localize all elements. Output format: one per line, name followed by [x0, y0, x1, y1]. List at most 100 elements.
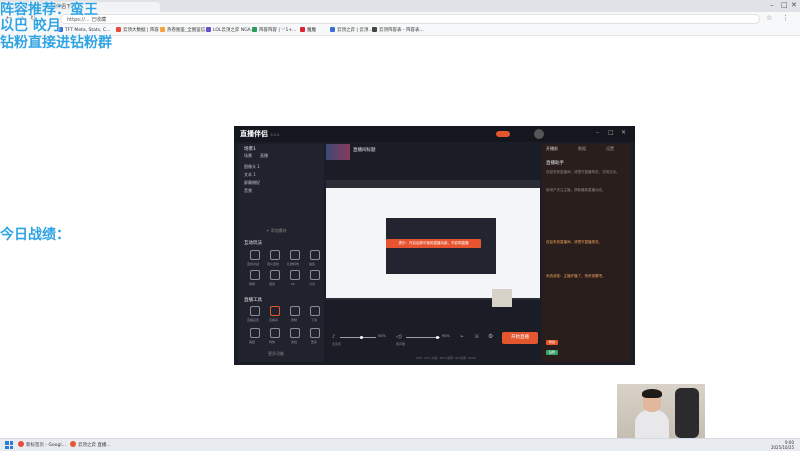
- settings-icon[interactable]: ⚙: [488, 333, 493, 340]
- left-panel: 场景1 场景 直播 图像头 1 文本 1 屏幕捕捉 音频 + 添加素材 互动玩法…: [238, 144, 324, 362]
- announce-text: 新用户关注主播，获取最新直播动态。: [546, 188, 606, 192]
- interact-label: 抽奖: [309, 262, 316, 266]
- minimize-icon[interactable]: –: [596, 129, 599, 136]
- star-icon[interactable]: ☆: [766, 14, 772, 22]
- close-icon[interactable]: ✕: [621, 129, 626, 136]
- interact-icon[interactable]: [270, 250, 280, 260]
- interact-label: 礼物特效: [287, 262, 300, 266]
- stream-title[interactable]: 直播间标题: [353, 147, 376, 153]
- tool-icon[interactable]: [290, 328, 300, 338]
- url-input[interactable]: https://... 已收藏: [60, 14, 760, 24]
- bookmark-item[interactable]: 热卷图鉴_全图鉴信...: [160, 27, 210, 34]
- bookmark-icon: [160, 27, 165, 32]
- interact-label: 弹幕: [249, 282, 256, 286]
- webcam-feed: [617, 384, 705, 438]
- menu-icon[interactable]: ⋮: [782, 14, 789, 22]
- interact-title: 互动玩法: [244, 241, 262, 246]
- taskbar-item-stream[interactable]: 云顶之弈 直播...: [70, 441, 111, 449]
- interact-icon[interactable]: [270, 270, 280, 280]
- overlay-line3: 钻粉直接进钻粉群: [0, 35, 112, 51]
- interact-icon[interactable]: [310, 250, 320, 260]
- source-item[interactable]: 屏幕捕捉: [244, 180, 260, 186]
- live-badge[interactable]: [496, 131, 510, 137]
- system-clock[interactable]: 9:00 2025/10/25: [771, 440, 794, 450]
- tool-label: 直播设置: [247, 318, 260, 322]
- speaker-icon[interactable]: ◁): [396, 334, 402, 340]
- chat-message: 欢迎来到直播间，请遵守直播规范。: [546, 240, 602, 244]
- source-item[interactable]: 图像头 1: [244, 164, 260, 170]
- speaker-slider[interactable]: [406, 337, 440, 338]
- interact-icon[interactable]: [290, 270, 300, 280]
- tab-data[interactable]: 数据: [578, 146, 586, 152]
- tool-icon[interactable]: [310, 306, 320, 316]
- status-bar: CPU: 21% 内存: 40% 帧率: 60 码率: 6000: [416, 356, 476, 360]
- tool-label: 录制: [291, 318, 298, 322]
- interact-label: 连线对战: [247, 262, 260, 266]
- bookmark-item[interactable]: LOL云顶之弈 NGA...: [206, 27, 255, 34]
- maximize-icon[interactable]: □: [608, 129, 614, 136]
- close-icon[interactable]: ✕: [791, 1, 797, 9]
- scene-title: 场景1: [244, 147, 256, 152]
- add-source-button[interactable]: + 添加素材: [266, 228, 287, 234]
- source-item[interactable]: 音频: [244, 188, 252, 194]
- streamer-hair: [642, 389, 662, 398]
- chrome-icon: [18, 441, 24, 447]
- bookmark-icon: [300, 27, 305, 32]
- interact-icon[interactable]: [290, 250, 300, 260]
- camera-thumbnail: [492, 289, 512, 307]
- interact-icon[interactable]: [310, 270, 320, 280]
- bookmark-icon: [330, 27, 335, 32]
- streamer: [635, 389, 669, 438]
- speaker-slider-knob[interactable]: [436, 336, 439, 339]
- more-tools-button[interactable]: 更多功能: [268, 351, 284, 357]
- clock-date: 2025/10/25: [770, 445, 794, 450]
- tool-label: 滤镜: [291, 340, 298, 344]
- streamer-shirt: [635, 410, 669, 438]
- tool-icon[interactable]: [250, 328, 260, 338]
- tab-prelive[interactable]: 开播前: [546, 146, 558, 152]
- mic-slider-knob[interactable]: [360, 336, 363, 339]
- bookmark-item[interactable]: 云顶大数据 | 阵容: [116, 27, 159, 34]
- scene-tab[interactable]: 场景: [244, 153, 252, 159]
- tool-icon[interactable]: [290, 306, 300, 316]
- tab-settings[interactable]: 设置: [606, 146, 614, 152]
- bookmarks-bar: TFT Meta, Stats, C... 云顶大数据 | 阵容 热卷图鉴_全图…: [0, 26, 800, 36]
- bookmark-item[interactable]: 魔魔: [300, 27, 316, 34]
- minimize-icon[interactable]: –: [770, 1, 774, 9]
- tool-icon[interactable]: [270, 328, 280, 338]
- bookmark-icon: [206, 27, 211, 32]
- avatar[interactable]: [534, 129, 544, 139]
- windows-start-icon[interactable]: [5, 441, 13, 449]
- interact-icon[interactable]: [250, 250, 260, 260]
- start-live-button[interactable]: 开始直播: [502, 332, 538, 344]
- fan-badge: 粉丝: [546, 340, 558, 345]
- tool-icon[interactable]: [250, 306, 260, 316]
- pk-icon[interactable]: ⚔: [474, 333, 479, 340]
- mic-label: 麦克风: [332, 342, 342, 346]
- tool-icon[interactable]: [310, 328, 320, 338]
- gaming-chair: [675, 388, 699, 438]
- bookmark-icon: [252, 27, 257, 32]
- stream-cover[interactable]: [326, 144, 350, 160]
- taskbar-item-chrome[interactable]: 新标签页 - Googl...: [18, 441, 66, 449]
- bookmark-item[interactable]: 云顶之弈 | 云顶...: [330, 27, 373, 34]
- tool-label: 直播间: [269, 318, 279, 322]
- bookmark-item[interactable]: 云顶阵容表 - 阵容表...: [372, 27, 424, 34]
- scene-tab[interactable]: 直播: [260, 153, 268, 159]
- mic-slider[interactable]: [340, 337, 376, 338]
- mic-icon[interactable]: ♪: [332, 334, 335, 340]
- browser-tab-bar: 直播伴侣下载... – □ ✕: [0, 0, 800, 12]
- maximize-icon[interactable]: □: [781, 1, 788, 9]
- right-panel: 开播前 数据 设置 直播助手 欢迎来到直播间，请遵守直播规范，文明互动。 新用户…: [542, 144, 631, 362]
- interact-label: PK: [291, 282, 295, 286]
- interact-label: 观众连线: [267, 262, 280, 266]
- bookmark-item[interactable]: 阵容阵容 | '-'1+...: [252, 27, 296, 34]
- source-item[interactable]: 文本 1: [244, 172, 256, 178]
- speaker-value: 90%: [442, 334, 450, 338]
- preview-area: 直播间标题 提示：开启后即可使用直播功能，不影响直播 ♪ 50% 麦克风 ◁) …: [326, 144, 540, 362]
- link-icon[interactable]: ⌁: [460, 333, 464, 340]
- tool-label: 特效: [269, 340, 276, 344]
- tool-icon[interactable]: [270, 306, 280, 316]
- address-bar: ← → ↻ https://... 已收藏 ☆ ⋮: [0, 12, 800, 27]
- interact-icon[interactable]: [250, 270, 260, 280]
